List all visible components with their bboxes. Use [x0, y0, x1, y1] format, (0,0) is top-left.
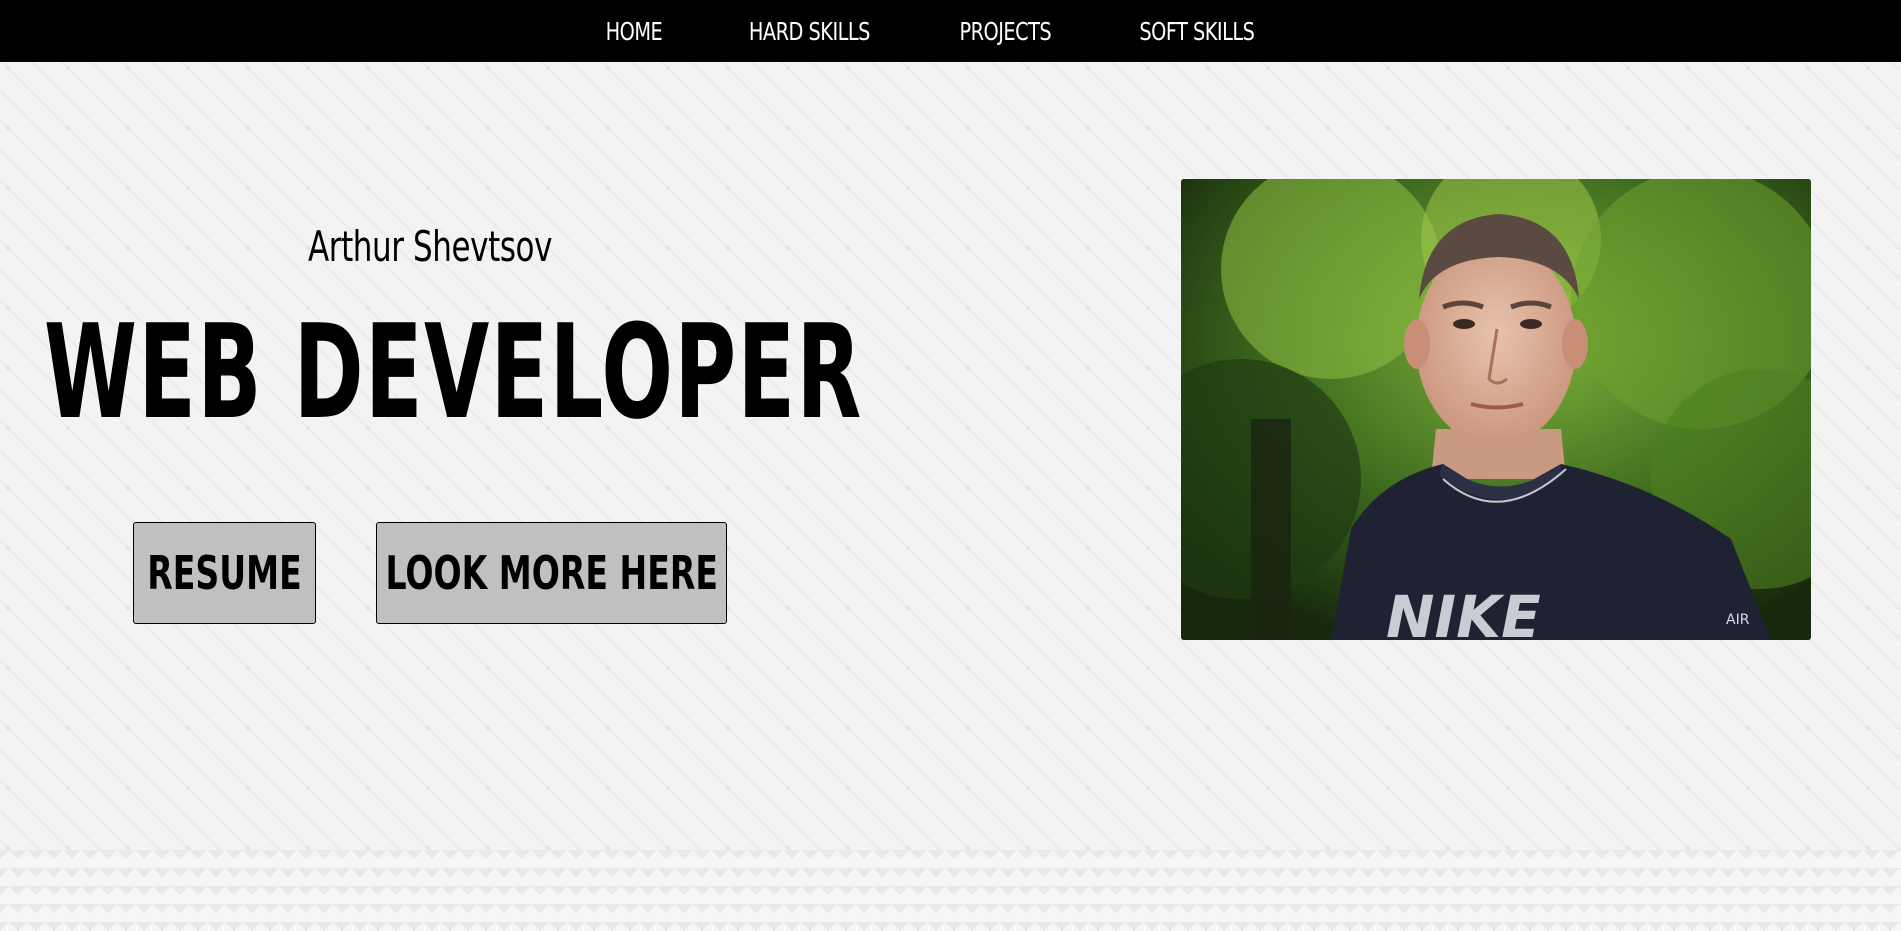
person-name: Arthur Shevtsov — [307, 222, 553, 271]
look-more-button-label: LOOK MORE HERE — [385, 546, 718, 600]
hero-section: Arthur Shevtsov WEB DEVELOPER RESUME LOO… — [0, 62, 1901, 850]
nav-item-soft-skills[interactable]: SOFT SKILLS — [1140, 17, 1256, 46]
page: HOME HARD SKILLS PROJECTS SOFT SKILLS Ar… — [0, 0, 1901, 931]
nav-item-projects[interactable]: PROJECTS — [959, 17, 1051, 46]
shirt-logo-text: NIKE — [1386, 583, 1541, 640]
nav-item-home[interactable]: HOME — [606, 17, 663, 46]
bottom-pattern-strip — [0, 850, 1901, 931]
job-title: WEB DEVELOPER — [44, 296, 863, 448]
resume-button-label: RESUME — [147, 546, 302, 600]
nav-item-hard-skills[interactable]: HARD SKILLS — [749, 17, 871, 46]
hero-text-column: Arthur Shevtsov WEB DEVELOPER RESUME LOO… — [0, 62, 863, 850]
resume-button[interactable]: RESUME — [133, 522, 316, 624]
look-more-button[interactable]: LOOK MORE HERE — [376, 522, 727, 624]
top-navbar: HOME HARD SKILLS PROJECTS SOFT SKILLS — [0, 0, 1901, 62]
profile-photo: NIKE AIR — [1181, 179, 1811, 640]
sleeve-logo-text: AIR — [1726, 612, 1750, 628]
nav-list: HOME HARD SKILLS PROJECTS SOFT SKILLS — [601, 17, 1264, 46]
